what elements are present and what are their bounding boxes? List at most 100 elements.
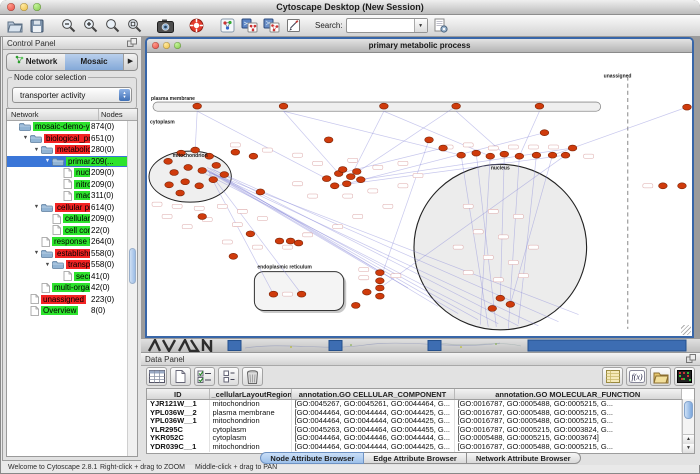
tree-row[interactable]: macromolecule311(0) bbox=[7, 190, 128, 202]
graph-node[interactable] bbox=[229, 253, 238, 259]
network-view-titlebar[interactable]: primary metabolic process bbox=[147, 39, 692, 53]
tab-node-attribute-browser[interactable]: Node Attribute Browser bbox=[260, 452, 364, 464]
tree-row[interactable]: ▼transport558(0) bbox=[7, 259, 128, 271]
tab-network-attribute-browser[interactable]: Network Attribute Browser bbox=[467, 452, 581, 464]
expander-icon[interactable]: ▼ bbox=[43, 262, 52, 268]
search-config-button[interactable] bbox=[432, 17, 450, 34]
graph-node[interactable] bbox=[279, 103, 288, 109]
graph-node[interactable] bbox=[568, 145, 577, 151]
graph-node[interactable] bbox=[165, 182, 174, 188]
tree-row[interactable]: ▼primary metabo209(... bbox=[7, 156, 128, 168]
tree-row[interactable]: ▼biological_process651(0) bbox=[7, 133, 128, 145]
help-icon[interactable] bbox=[187, 17, 205, 34]
tab-mosaic[interactable]: Mosaic bbox=[65, 54, 123, 70]
network-vizmap-icon[interactable] bbox=[240, 17, 258, 34]
graph-node[interactable] bbox=[184, 164, 193, 170]
expander-icon[interactable]: ▼ bbox=[32, 250, 41, 256]
graph-node[interactable] bbox=[330, 183, 339, 189]
graph-node[interactable] bbox=[198, 168, 207, 174]
table-row[interactable]: YLR295Ccytoplasm[GO:0045263, GO:0044464,… bbox=[147, 426, 682, 435]
graph-node[interactable] bbox=[548, 152, 557, 158]
tree-column-network[interactable]: Network bbox=[7, 109, 99, 120]
tree-row[interactable]: multi-organism pro42(0) bbox=[7, 282, 128, 294]
graph-node[interactable] bbox=[561, 152, 570, 158]
graph-node[interactable] bbox=[376, 270, 385, 276]
graph-node[interactable] bbox=[452, 103, 461, 109]
tab-network[interactable]: Network bbox=[7, 54, 65, 70]
attribute-grid-icon[interactable] bbox=[146, 367, 167, 386]
network-overview-icon[interactable] bbox=[218, 17, 236, 34]
graph-node[interactable] bbox=[286, 238, 295, 244]
tree-row[interactable]: Overview8(0) bbox=[7, 305, 128, 317]
graph-node[interactable] bbox=[342, 181, 351, 187]
graph-node[interactable] bbox=[297, 291, 306, 297]
tab-edge-attribute-browser[interactable]: Edge Attribute Browser bbox=[364, 452, 466, 464]
expander-icon[interactable]: ▼ bbox=[32, 147, 41, 153]
import-attributes-icon[interactable] bbox=[650, 367, 671, 386]
graph-node[interactable] bbox=[164, 158, 173, 164]
graph-node[interactable] bbox=[683, 104, 692, 110]
graph-node[interactable] bbox=[231, 149, 240, 155]
zoom-button[interactable] bbox=[33, 3, 41, 11]
tree-row[interactable]: ▼cellular process614(0) bbox=[7, 202, 128, 214]
tree-scrollbar-thumb[interactable] bbox=[129, 248, 136, 284]
network-canvas[interactable]: plasma membranecytoplasmmitochondrionnuc… bbox=[147, 53, 692, 336]
table-scrollbar[interactable]: ▲ ▼ bbox=[682, 399, 694, 453]
expander-icon[interactable]: ▼ bbox=[32, 204, 41, 210]
graph-node[interactable] bbox=[678, 183, 687, 189]
table-row[interactable]: YPL036W__2plasma membrane[GO:0044464, GO… bbox=[147, 409, 682, 418]
tree-row[interactable]: mosaic-demo-yeast874(0) bbox=[7, 121, 128, 133]
graph-node[interactable] bbox=[496, 295, 505, 301]
graph-node[interactable] bbox=[376, 293, 385, 299]
graph-node[interactable] bbox=[181, 179, 190, 185]
float-panel-icon[interactable] bbox=[127, 38, 137, 49]
graph-node[interactable] bbox=[269, 291, 278, 297]
column-header[interactable]: ID bbox=[147, 389, 209, 400]
column-header[interactable]: annotation.GO MOLECULAR_FUNCTION bbox=[454, 389, 682, 400]
expander-icon[interactable]: ▼ bbox=[21, 135, 30, 141]
zoom-selected-icon[interactable] bbox=[125, 17, 143, 34]
graph-node[interactable] bbox=[195, 183, 204, 189]
graph-node[interactable] bbox=[540, 130, 549, 136]
float-panel-icon[interactable] bbox=[686, 354, 696, 365]
tree-column-nodes[interactable]: Nodes bbox=[99, 109, 137, 120]
graph-node[interactable] bbox=[439, 145, 448, 151]
graph-node[interactable] bbox=[488, 305, 497, 311]
unselect-attributes-icon[interactable] bbox=[218, 367, 239, 386]
expander-icon[interactable]: ▼ bbox=[43, 158, 52, 164]
graph-node[interactable] bbox=[532, 152, 541, 158]
select-attributes-icon[interactable] bbox=[194, 367, 215, 386]
graph-node[interactable] bbox=[500, 151, 509, 157]
tree-row[interactable]: secretion41(0) bbox=[7, 271, 128, 283]
graph-node[interactable] bbox=[338, 167, 347, 173]
tree-row[interactable]: response to stimulu264(0) bbox=[7, 236, 128, 248]
zoom-out-icon[interactable] bbox=[59, 17, 77, 34]
search-dropdown-button[interactable]: ▼ bbox=[414, 19, 427, 32]
search-input[interactable] bbox=[347, 19, 414, 32]
tree-row[interactable]: cell communicat22(0) bbox=[7, 225, 128, 237]
window-resize-grip[interactable] bbox=[681, 325, 691, 335]
tree-row[interactable]: ▼metabolic process280(0) bbox=[7, 144, 128, 156]
table-row[interactable]: YJR121W__1mitochondrion[GO:0045267, GO:0… bbox=[147, 400, 682, 409]
graph-node[interactable] bbox=[362, 289, 371, 295]
new-attribute-icon[interactable] bbox=[170, 367, 191, 386]
annotation-icon[interactable] bbox=[284, 17, 302, 34]
graph-node[interactable] bbox=[249, 153, 258, 159]
attribute-table-icon[interactable] bbox=[602, 367, 623, 386]
close-button[interactable] bbox=[7, 3, 15, 11]
graph-node[interactable] bbox=[535, 103, 544, 109]
snapshot-icon[interactable] bbox=[156, 17, 174, 34]
graph-node[interactable] bbox=[212, 162, 221, 168]
graph-node[interactable] bbox=[380, 103, 389, 109]
network-minimize-button[interactable] bbox=[163, 42, 170, 49]
network-close-button[interactable] bbox=[152, 42, 159, 49]
graph-node[interactable] bbox=[659, 183, 668, 189]
function-builder-icon[interactable]: f(x) bbox=[626, 367, 647, 386]
table-row[interactable]: YKR052Ccytoplasm[GO:0044464, GO:0044446,… bbox=[147, 434, 682, 443]
graph-node[interactable] bbox=[352, 169, 361, 175]
graph-node[interactable] bbox=[198, 214, 207, 220]
graph-node[interactable] bbox=[425, 137, 434, 143]
table-row[interactable]: YDR039C__1mitochondrion[GO:0044464, GO:0… bbox=[147, 443, 682, 452]
tree-row[interactable]: unassigned223(0) bbox=[7, 294, 128, 306]
graph-node[interactable] bbox=[486, 153, 495, 159]
